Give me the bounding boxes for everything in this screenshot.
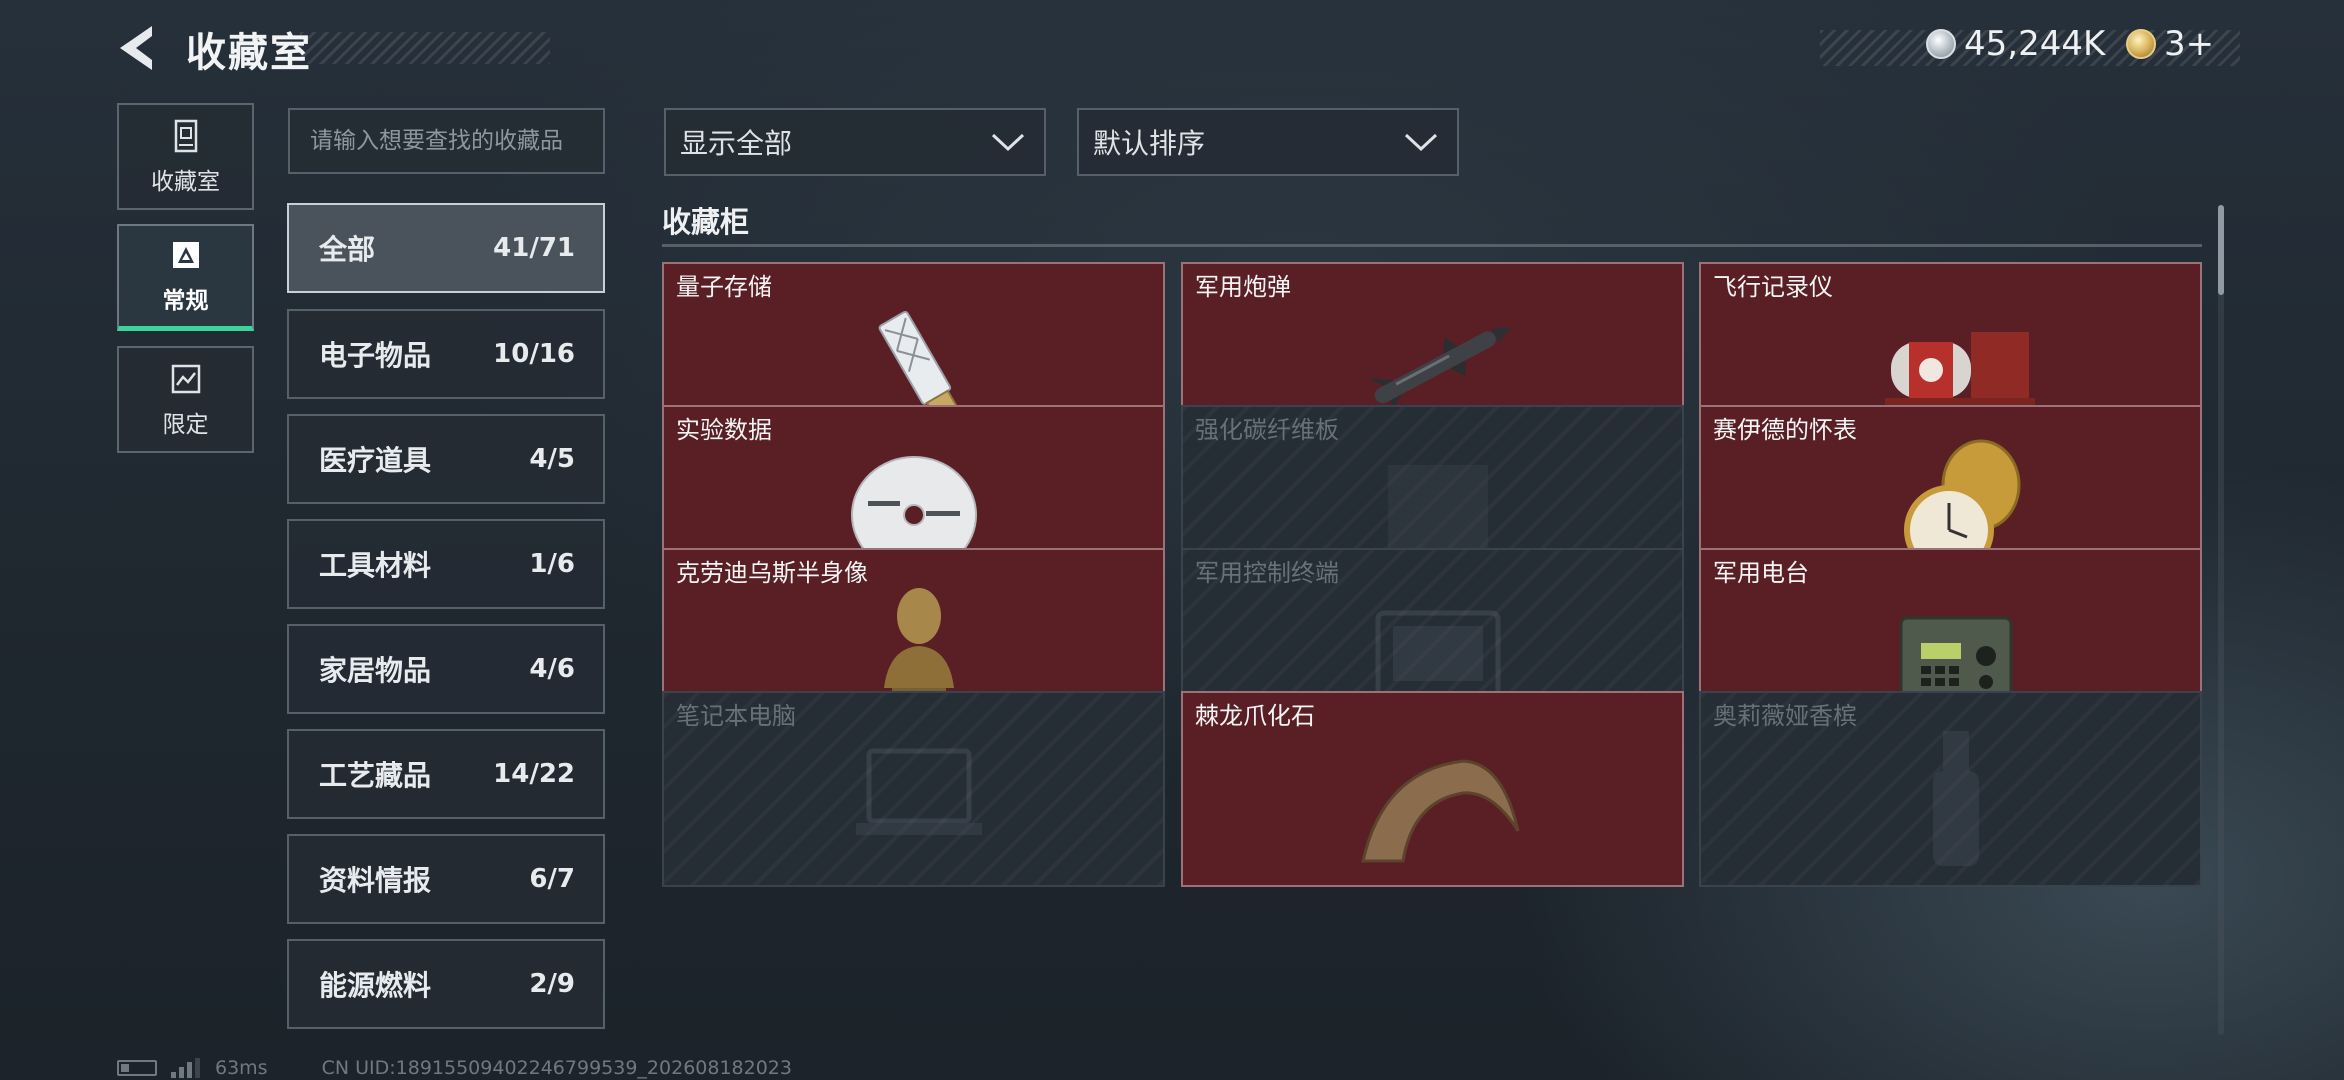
category-label: 电子物品 (319, 339, 432, 372)
sort-dropdown[interactable]: 默认排序 (1077, 108, 1459, 176)
silver-currency-amount: 45,244K (1964, 24, 2106, 64)
card-item-name: 军用电台 (1713, 559, 1809, 587)
signal-icon (171, 1058, 201, 1078)
category-label: 工艺藏品 (319, 759, 432, 792)
scroll-thumb[interactable] (2218, 205, 2224, 295)
collection-card[interactable]: 棘龙爪化石 (1181, 691, 1684, 887)
card-item-name: 笔记本电脑 (676, 702, 796, 730)
category-count: 14/22 (493, 759, 575, 789)
card-item-name: 军用炮弹 (1195, 273, 1291, 301)
card-item-name: 军用控制终端 (1195, 559, 1339, 587)
card-item-name: 奥莉薇娅香槟 (1713, 702, 1857, 730)
side-nav-label: 收藏室 (151, 168, 220, 195)
silver-currency[interactable]: 45,244K (1926, 24, 2105, 64)
category-count: 4/5 (529, 444, 575, 474)
display-filter-dropdown[interactable]: 显示全部 (664, 108, 1046, 176)
category-count: 2/9 (529, 969, 575, 999)
section-divider (662, 244, 2202, 247)
collection-room-icon (174, 119, 197, 152)
category-label: 医疗道具 (319, 444, 432, 477)
category-medical[interactable]: 医疗道具 4/5 (287, 414, 605, 504)
category-label: 工具材料 (319, 549, 432, 582)
category-all[interactable]: 全部 41/71 (287, 203, 605, 293)
side-nav-regular[interactable]: 常规 (117, 224, 254, 331)
category-label: 资料情报 (319, 864, 432, 897)
page-title: 收藏室 (186, 30, 312, 76)
gold-currency[interactable]: 3+ (2126, 24, 2214, 64)
collection-grid[interactable]: 量子存储展位等级：0军用炮弹展位等级：0飞行记录仪展位等级：0实验数据展位等级：… (662, 262, 2202, 1034)
category-tools[interactable]: 工具材料 1/6 (287, 519, 605, 609)
gold-coin-icon (2126, 29, 2156, 59)
claw-fossil-icon (1353, 711, 1523, 881)
back-button[interactable] (112, 22, 164, 74)
back-arrow-icon (120, 26, 152, 70)
champagne-icon (1871, 711, 2041, 881)
side-nav-limited[interactable]: 限定 (117, 346, 254, 453)
section-title: 收藏柜 (662, 205, 750, 239)
chevron-down-icon (1404, 133, 1438, 152)
battery-icon (117, 1060, 157, 1076)
chevron-down-icon (991, 133, 1025, 152)
category-energy[interactable]: 能源燃料 2/9 (287, 939, 605, 1029)
uid-text: CN UID:18915509402246799539_202608182023 (321, 1057, 792, 1079)
category-count: 4/6 (529, 654, 575, 684)
title-decoration (300, 32, 550, 64)
category-intel[interactable]: 资料情报 6/7 (287, 834, 605, 924)
category-count: 6/7 (529, 864, 575, 894)
category-household[interactable]: 家居物品 4/6 (287, 624, 605, 714)
category-crafts[interactable]: 工艺藏品 14/22 (287, 729, 605, 819)
collection-card[interactable]: 笔记本电脑 (662, 691, 1165, 887)
category-count: 1/6 (529, 549, 575, 579)
card-item-name: 飞行记录仪 (1713, 273, 1833, 301)
laptop-icon (834, 711, 1004, 881)
card-item-name: 棘龙爪化石 (1195, 702, 1315, 730)
scrollbar[interactable] (2218, 205, 2224, 1035)
card-item-name: 实验数据 (676, 416, 772, 444)
category-label: 家居物品 (319, 654, 432, 687)
collection-card[interactable]: 奥莉薇娅香槟 (1699, 691, 2202, 887)
card-item-name: 克劳迪乌斯半身像 (676, 559, 868, 587)
regular-icon (172, 242, 199, 268)
status-footer: 63ms CN UID:18915509402246799539_2026081… (117, 1056, 792, 1080)
category-label: 全部 (319, 233, 376, 266)
category-label: 能源燃料 (319, 969, 432, 1002)
card-item-name: 量子存储 (676, 273, 772, 301)
sort-value: 默认排序 (1093, 127, 1206, 160)
side-nav-label: 常规 (162, 288, 209, 314)
card-item-name: 强化碳纤维板 (1195, 416, 1339, 444)
side-nav-label: 限定 (162, 411, 209, 438)
category-count: 41/71 (493, 233, 575, 263)
limited-icon (171, 364, 200, 393)
display-filter-value: 显示全部 (680, 127, 793, 160)
card-item-name: 赛伊德的怀表 (1713, 416, 1857, 444)
gold-currency-amount: 3+ (2164, 24, 2215, 64)
side-nav-collection-room[interactable]: 收藏室 (117, 103, 254, 210)
silver-coin-icon (1926, 29, 1956, 59)
top-header: 收藏室 45,244K 3+ (0, 0, 2344, 100)
category-count: 10/16 (493, 339, 575, 369)
category-electronics[interactable]: 电子物品 10/16 (287, 309, 605, 399)
ping-text: 63ms (215, 1057, 268, 1079)
search-input[interactable] (288, 108, 605, 174)
